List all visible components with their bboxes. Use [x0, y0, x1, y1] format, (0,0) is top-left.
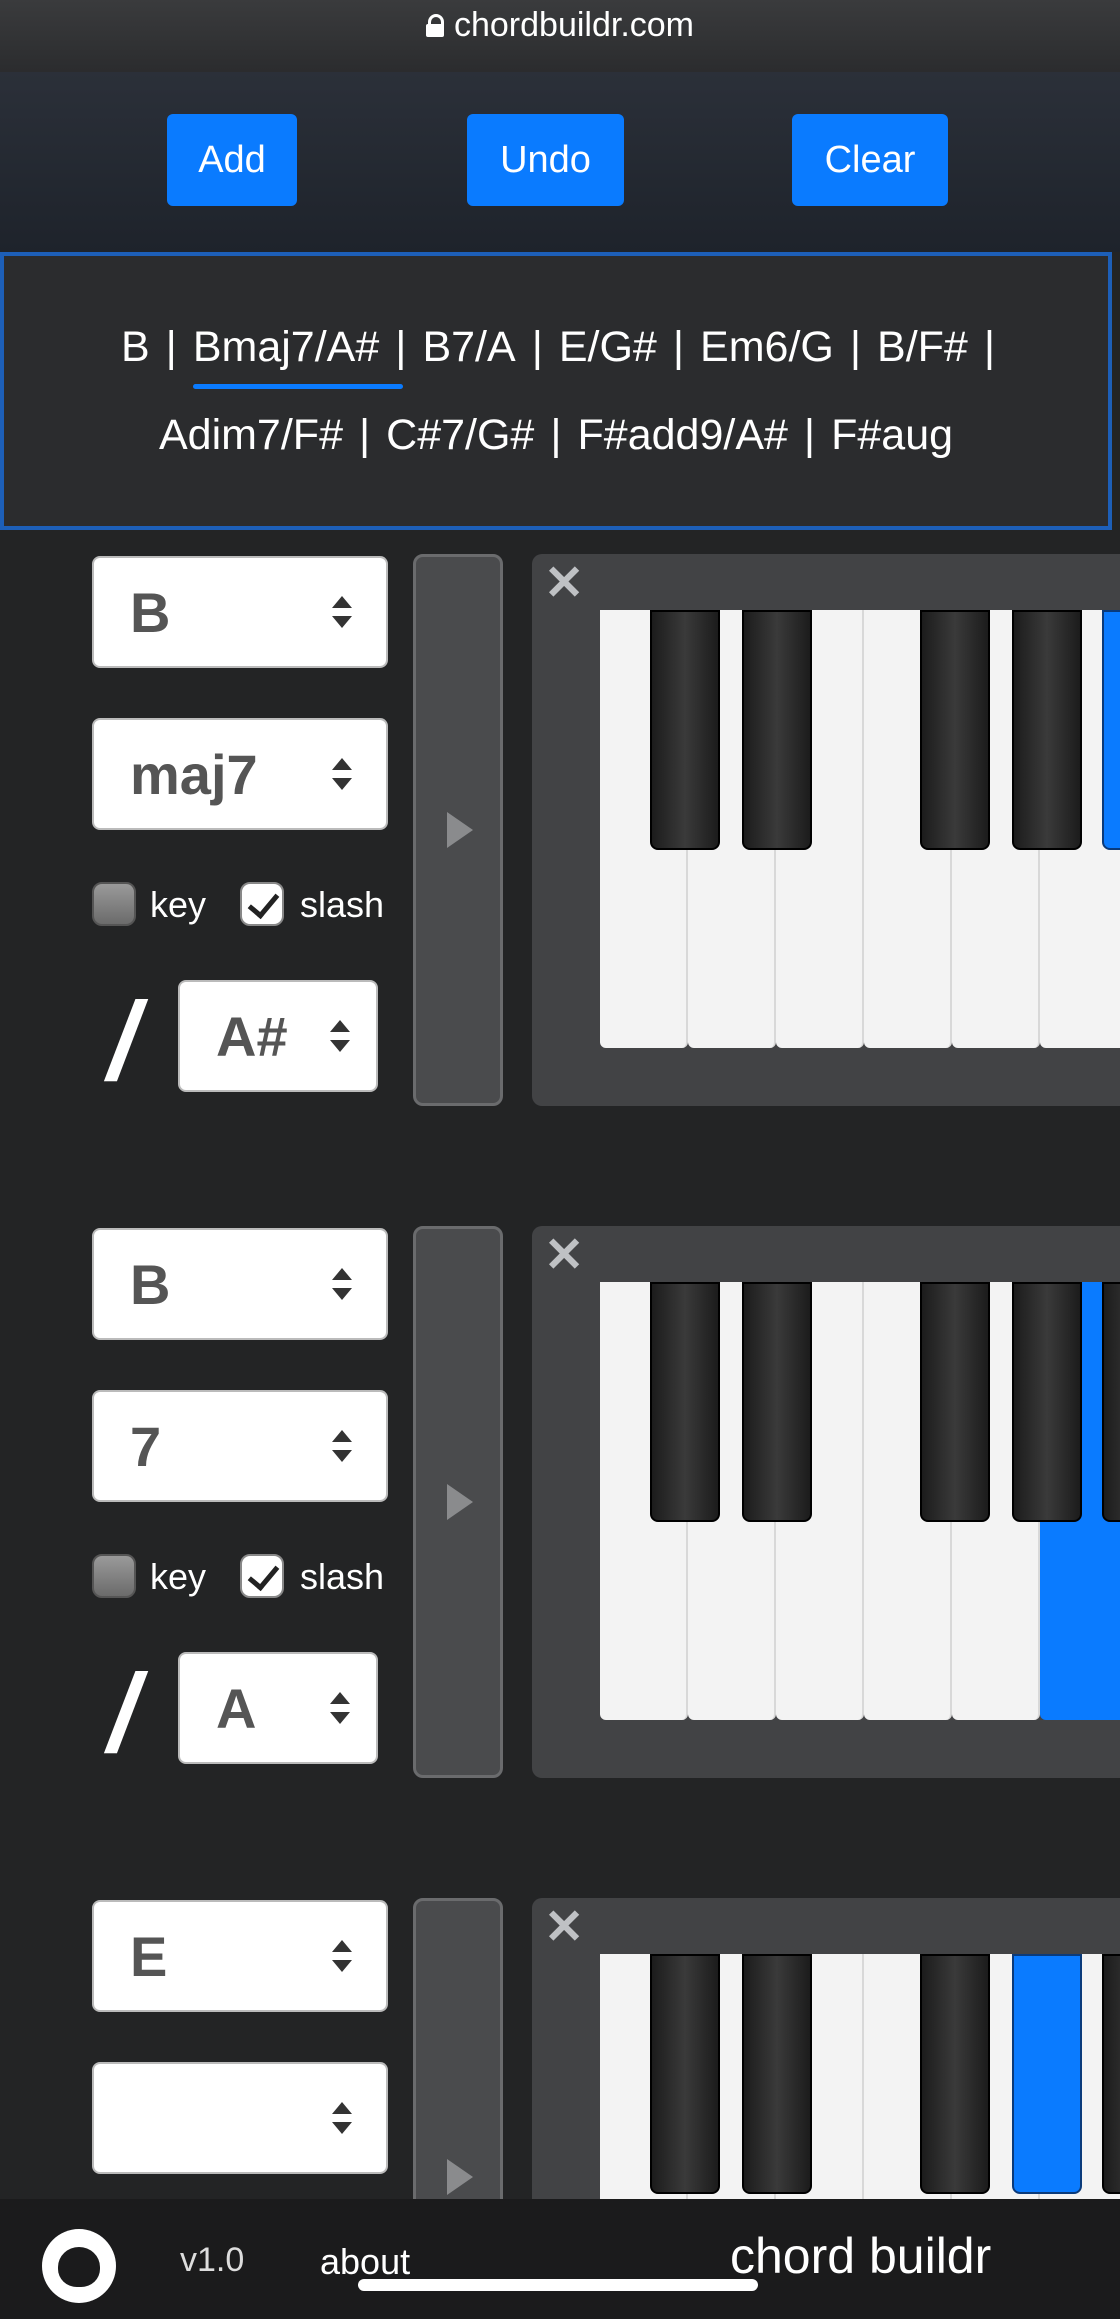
play-icon [447, 2159, 473, 2195]
root-value: B [130, 1252, 171, 1316]
progression-chord-selected[interactable]: Bmaj7/A# [183, 303, 404, 391]
play-button[interactable] [413, 554, 503, 1106]
bass-select[interactable]: A# [178, 980, 378, 1092]
footer: v1.0 about chord buildr [0, 2199, 1120, 2319]
url-text: chordbuildr.com [453, 6, 694, 44]
slash-symbol: / [108, 980, 139, 1103]
black-key[interactable] [742, 610, 812, 850]
quality-select[interactable] [92, 2062, 388, 2174]
quality-value: 7 [130, 1414, 162, 1478]
progression-chord[interactable]: F#add9/A# [568, 391, 798, 479]
black-key[interactable] [920, 1954, 990, 2194]
separator: | [803, 411, 816, 459]
select-arrows-icon [332, 2102, 352, 2134]
close-icon[interactable]: ✕ [544, 1904, 584, 1952]
progression-chord[interactable]: B/F# [867, 303, 978, 391]
progression-row-2: Adim7/F# | C#7/G# | F#add9/A# | F#aug [149, 391, 963, 479]
quality-value: maj7 [130, 742, 258, 806]
brand-logo: chord buildr [730, 2228, 992, 2284]
black-key[interactable] [1012, 1282, 1082, 1522]
slash-label: slash [300, 884, 385, 925]
browser-url-bar[interactable]: chordbuildr.com [0, 0, 1120, 72]
separator: | [395, 323, 407, 371]
play-button[interactable] [413, 1226, 503, 1778]
select-arrows-icon [332, 1268, 352, 1300]
select-arrows-icon [330, 1020, 350, 1052]
progression-chord[interactable]: C#7/G# [376, 391, 544, 479]
root-select[interactable]: B [92, 1228, 388, 1340]
home-indicator [358, 2279, 758, 2291]
slash-label: slash [300, 1556, 385, 1597]
slash-checkbox[interactable] [240, 882, 284, 926]
separator: | [849, 323, 862, 371]
quality-select[interactable]: maj7 [92, 718, 388, 830]
clear-button[interactable]: Clear [792, 114, 948, 206]
key-checkbox[interactable] [92, 1554, 136, 1598]
progression-row-1: B | Bmaj7/A# | B7/A | E/G# | Em6/G | B/F… [111, 303, 1001, 391]
bass-value: A [216, 1676, 257, 1740]
progression-chord[interactable]: Em6/G [690, 303, 844, 391]
bass-value: A# [216, 1004, 288, 1068]
add-button[interactable]: Add [167, 114, 297, 206]
piano-keyboard: ✕ [532, 1226, 1120, 1778]
select-arrows-icon [330, 1692, 350, 1724]
black-key[interactable] [650, 610, 720, 850]
play-icon [447, 1484, 473, 1520]
about-link[interactable]: about [320, 2241, 410, 2283]
separator: | [531, 323, 543, 371]
root-select[interactable]: E [92, 1900, 388, 2012]
piano-keyboard: ✕ [532, 554, 1120, 1106]
select-arrows-icon [332, 596, 352, 628]
progression-chord[interactable]: B7/A [412, 303, 525, 391]
undo-button[interactable]: Undo [467, 114, 624, 206]
black-key[interactable] [920, 1282, 990, 1522]
separator: | [672, 323, 685, 371]
select-arrows-icon [332, 1430, 352, 1462]
black-key-active[interactable] [1102, 610, 1120, 850]
select-arrows-icon [332, 1940, 352, 1972]
separator: | [165, 323, 177, 371]
black-key[interactable] [1012, 610, 1082, 850]
progression-chord[interactable]: B [111, 303, 160, 391]
black-key[interactable] [1102, 1282, 1120, 1522]
close-icon[interactable]: ✕ [544, 1232, 584, 1280]
github-icon[interactable] [42, 2229, 116, 2303]
close-icon[interactable]: ✕ [544, 560, 584, 608]
black-key-active[interactable] [1012, 1954, 1082, 2194]
root-select[interactable]: B [92, 556, 388, 668]
black-key[interactable] [1102, 1954, 1120, 2194]
root-value: B [130, 580, 171, 644]
key-label: key [150, 1556, 207, 1597]
progression-chord[interactable]: F#aug [821, 391, 963, 479]
bass-select[interactable]: A [178, 1652, 378, 1764]
version-label: v1.0 [180, 2241, 245, 2279]
separator: | [550, 411, 562, 459]
black-key[interactable] [742, 1282, 812, 1522]
key-label: key [150, 884, 207, 925]
progression-chord[interactable]: Adim7/F# [149, 391, 353, 479]
slash-checkbox[interactable] [240, 1554, 284, 1598]
slash-symbol: / [108, 1652, 139, 1775]
progression-chord[interactable]: E/G# [549, 303, 667, 391]
lock-icon [425, 14, 444, 37]
root-value: E [130, 1924, 168, 1988]
black-key[interactable] [650, 1954, 720, 2194]
chord-progression: B | Bmaj7/A# | B7/A | E/G# | Em6/G | B/F… [0, 252, 1112, 530]
black-key[interactable] [920, 610, 990, 850]
key-checkbox[interactable] [92, 882, 136, 926]
select-arrows-icon [332, 758, 352, 790]
black-key[interactable] [742, 1954, 812, 2194]
separator: | [983, 323, 995, 371]
quality-select[interactable]: 7 [92, 1390, 388, 1502]
toolbar: Add Undo Clear [0, 72, 1120, 252]
play-icon [447, 812, 473, 848]
separator: | [358, 411, 371, 459]
black-key[interactable] [650, 1282, 720, 1522]
